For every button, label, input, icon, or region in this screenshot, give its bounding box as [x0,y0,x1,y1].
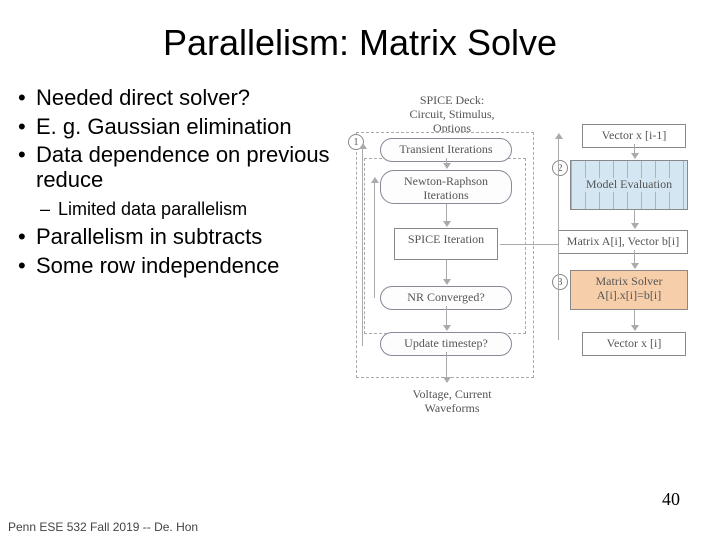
arrow-ts-out [446,352,447,382]
arrow-iter-conv [446,260,447,284]
slide-title: Parallelism: Matrix Solve [0,0,720,74]
model-eval: Model Evaluation [570,160,688,210]
solver-line-1: Matrix Solver [577,275,681,289]
newton-box: Newton-Raphson Iterations [380,170,512,204]
arrow-mat-solver [634,250,635,268]
arrow-right-loop [558,134,559,340]
spice-diagram: SPICE Deck: Circuit, Stimulus, Options 1… [338,98,688,438]
vec-next: Vector x [i] [582,332,686,356]
bullet-2: Data dependence on previous reduce [18,143,338,192]
page-number: 40 [662,489,680,510]
arrow-ti-nr [446,158,447,168]
circle-3: 3 [552,274,568,290]
arrow-nr-iter [446,204,447,226]
output-label: Voltage, Current Waveforms [386,384,518,420]
bullet-list: Needed direct solver? E. g. Gaussian eli… [18,82,338,438]
bullet-0: Needed direct solver? [18,86,338,111]
diagram-panel: SPICE Deck: Circuit, Stimulus, Options 1… [338,82,698,438]
circle-2: 2 [552,160,568,176]
arrow-prev-eval [634,144,635,158]
arrow-eval-mat [634,210,635,228]
bullet-3: Parallelism in subtracts [18,225,338,250]
arrow-solver-next [634,310,635,330]
matrix-vector: Matrix A[i], Vector b[i] [558,230,688,254]
bullet-2-sub: Limited data parallelism [40,199,338,220]
matrix-solver: Matrix Solver A[i].x[i]=b[i] [570,270,688,310]
arrow-inner-loop [374,178,375,298]
model-eval-label: Model Evaluation [584,178,674,192]
footer-text: Penn ESE 532 Fall 2019 -- De. Hon [8,520,198,534]
deck-title: SPICE Deck: [392,94,512,108]
solver-line-2: A[i].x[i]=b[i] [577,289,681,303]
bullet-1: E. g. Gaussian elimination [18,115,338,140]
bullet-4: Some row independence [18,254,338,279]
arrow-iter-right [500,244,558,245]
arrow-outer-loop [362,144,363,346]
iteration-box: SPICE Iteration [394,228,498,260]
body: Needed direct solver? E. g. Gaussian eli… [0,74,720,438]
arrow-conv-ts [446,306,447,330]
